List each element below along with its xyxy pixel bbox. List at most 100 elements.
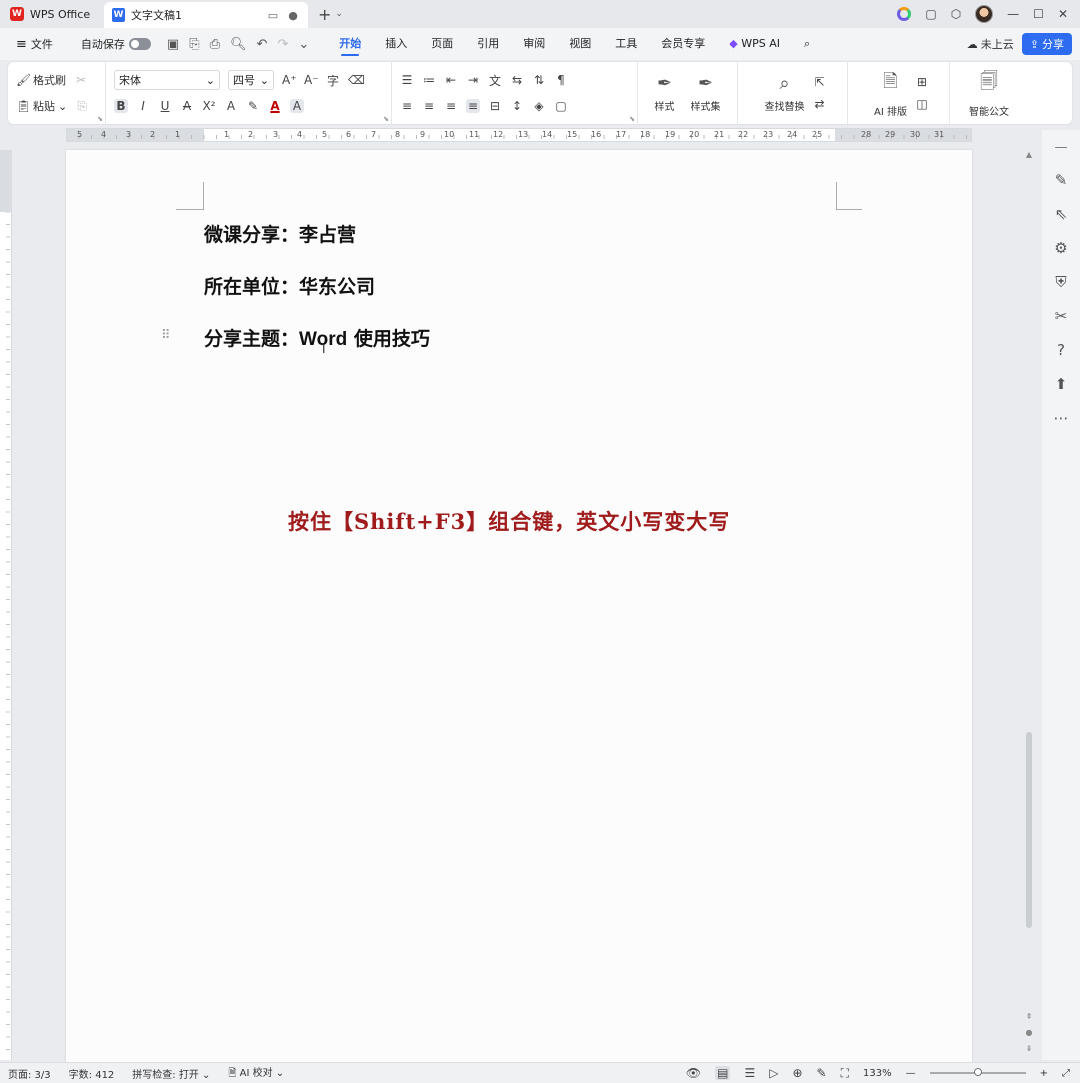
highlight-icon[interactable]: ✎ [246, 99, 260, 113]
shirt-icon[interactable]: ⛨ [1051, 273, 1071, 291]
scroll-down-double-icon[interactable]: ⇟ [1024, 1044, 1034, 1053]
cut-icon[interactable]: ✂ [74, 73, 88, 87]
play-icon[interactable]: ▷ [769, 1066, 778, 1080]
dialog-launcher-icon[interactable]: ⬊ [97, 115, 103, 123]
page-count[interactable]: 页面: 3/3 [8, 1066, 69, 1081]
sort-icon[interactable]: ⇅ [532, 73, 546, 87]
avatar[interactable] [975, 5, 994, 23]
redo-icon[interactable]: ↷ [277, 37, 288, 52]
monitor-icon[interactable]: ▭ [266, 9, 280, 22]
collapse-icon[interactable]: — [1055, 140, 1068, 155]
page-view-icon[interactable]: ▤ [715, 1066, 731, 1080]
drag-handle-icon[interactable]: ⠿ [161, 328, 170, 343]
align-center-icon[interactable]: ≡ [422, 99, 436, 113]
superscript-icon[interactable]: X² [202, 99, 216, 113]
shapes-icon[interactable]: ◫ [915, 97, 929, 111]
doc-paragraph-3[interactable]: 分享主题：Word 使用技巧 [204, 324, 430, 351]
zoom-out-icon[interactable]: — [906, 1068, 916, 1079]
text-box-icon[interactable]: ⊞ [915, 75, 929, 89]
tab-wps-ai[interactable]: ◆ WPS AI [717, 28, 792, 60]
print-preview-icon[interactable]: 🔍︎ [230, 37, 247, 52]
align-right-icon[interactable]: ≡ [444, 99, 458, 113]
word-count[interactable]: 字数: 412 [69, 1066, 133, 1081]
maximize-button[interactable]: ☐ [1033, 7, 1044, 21]
shrink-font-icon[interactable]: A⁻ [304, 73, 319, 87]
char-shading-icon[interactable]: A [290, 99, 304, 113]
file-menu[interactable]: ≡ 文件 [8, 36, 61, 52]
doc-paragraph-2[interactable]: 所在单位：华东公司 [204, 272, 375, 299]
justify-icon[interactable]: ≡ [466, 99, 480, 113]
dialog-launcher-icon[interactable]: ⬊ [629, 115, 635, 123]
print-icon[interactable]: ⎙ [210, 37, 220, 52]
phonetic-icon[interactable]: 字 [326, 72, 340, 89]
ai-proofread[interactable]: 🗎︎ AI 校对 ⌄ [228, 1064, 302, 1083]
search-icon[interactable]: ⌕ [792, 28, 822, 60]
zoom-in-icon[interactable]: + [1040, 1068, 1048, 1079]
tab-home[interactable]: 开始 [327, 28, 373, 60]
smart-doc-button[interactable]: 🗐︎ 智能公文 [958, 69, 1020, 118]
zoom-slider[interactable] [929, 1068, 1026, 1076]
chinese-layout-icon[interactable]: 文 [488, 72, 502, 89]
dialog-launcher-icon[interactable]: ⬊ [383, 115, 389, 123]
export-icon[interactable]: ⎘ [189, 37, 199, 52]
pen-view-icon[interactable]: ✎ [817, 1066, 827, 1080]
web-view-icon[interactable]: ⊕ [792, 1066, 802, 1080]
style-set-button[interactable]: ✒ 样式集 [685, 73, 727, 113]
window-icon[interactable]: ▢ [925, 7, 936, 21]
fullscreen-icon[interactable]: ⤢ [1062, 1068, 1070, 1079]
text-effect-icon[interactable]: A [224, 99, 238, 113]
grow-font-icon[interactable]: A⁺ [282, 73, 297, 87]
more-chevron-icon[interactable]: ⌄ [298, 37, 309, 52]
chevron-down-icon[interactable]: ⌄ [335, 9, 343, 19]
vertical-ruler[interactable] [0, 150, 12, 1060]
select-browse-icon[interactable]: ● [1024, 1028, 1034, 1037]
fit-icon[interactable]: ⛶ [841, 1066, 849, 1081]
decrease-indent-icon[interactable]: ⇤ [444, 73, 458, 87]
line-spacing-icon[interactable]: ↕ [510, 99, 524, 113]
shading-icon[interactable]: ◈ [532, 99, 546, 113]
tools-icon[interactable]: ✂ [1051, 307, 1071, 325]
italic-icon[interactable]: I [136, 99, 150, 113]
paste-button[interactable]: 📋︎ 粘贴 ⌄ [16, 98, 67, 114]
wps-color-icon[interactable] [897, 7, 912, 21]
align-left-icon[interactable]: ≡ [400, 99, 414, 113]
zoom-slider-knob[interactable] [973, 1068, 982, 1076]
close-button[interactable]: ✕ [1058, 7, 1068, 21]
outline-view-icon[interactable]: ☰ [744, 1066, 755, 1080]
ai-layout-button[interactable]: 🗎︎ AI 排版 [868, 69, 913, 118]
text-direction-icon[interactable]: ⇆ [510, 73, 524, 87]
border-icon[interactable]: ▢ [554, 99, 568, 113]
underline-icon[interactable]: U [158, 99, 172, 113]
document-tab[interactable]: W 文字文稿1 ▭ ● [104, 2, 308, 28]
styles-button[interactable]: ✒ 样式 [649, 73, 681, 113]
document-page[interactable]: 微课分享：李占营 所在单位：华东公司 ⠿ 分享主题：Word 使用技巧 Ι 按住… [66, 150, 972, 1062]
scroll-thumb[interactable] [1026, 732, 1032, 928]
bold-icon[interactable]: B [114, 99, 128, 113]
vertical-scrollbar[interactable]: ▲ ⇞ ● ⇟ [1024, 150, 1034, 1060]
save-icon[interactable]: ▣ [167, 37, 179, 52]
undo-icon[interactable]: ↶ [257, 37, 268, 52]
share-button[interactable]: ⇪ 分享 [1021, 33, 1072, 55]
distributed-icon[interactable]: ⊟ [488, 99, 502, 113]
select-icon[interactable]: ⇱ [813, 75, 827, 89]
help-icon[interactable]: ? [1051, 341, 1071, 359]
find-replace-button[interactable]: ⌕ 查找替换 [759, 73, 811, 113]
tab-tools[interactable]: 工具 [603, 28, 649, 60]
show-marks-icon[interactable]: ¶ [554, 73, 568, 87]
font-color-icon[interactable]: A [268, 99, 282, 113]
tab-page[interactable]: 页面 [419, 28, 465, 60]
pen-icon[interactable]: ✎ [1051, 171, 1071, 189]
font-size-select[interactable]: 四号 ⌄ [228, 70, 274, 90]
increase-indent-icon[interactable]: ⇥ [466, 73, 480, 87]
scroll-up-double-icon[interactable]: ⇞ [1024, 1012, 1034, 1021]
settings-sliders-icon[interactable]: ⚙ [1051, 239, 1071, 257]
minimize-button[interactable]: — [1007, 7, 1019, 21]
tab-insert[interactable]: 插入 [373, 28, 419, 60]
clear-format-icon[interactable]: ⌫ [348, 73, 365, 87]
autosave-toggle[interactable]: 自动保存 [73, 36, 159, 52]
font-name-select[interactable]: 宋体 ⌄ [114, 70, 220, 90]
horizontal-ruler[interactable]: 5 4 3 2 1 1 2 3 4 5 6 7 8 9 10 11 12 13 14 15 16 17 18 19 20 21 22… [66, 128, 972, 142]
app-tab[interactable]: W WPS Office [0, 0, 104, 28]
cube-icon[interactable]: ⬡ [951, 7, 961, 21]
format-painter-button[interactable]: 🖌︎ 格式刷 [16, 72, 66, 88]
